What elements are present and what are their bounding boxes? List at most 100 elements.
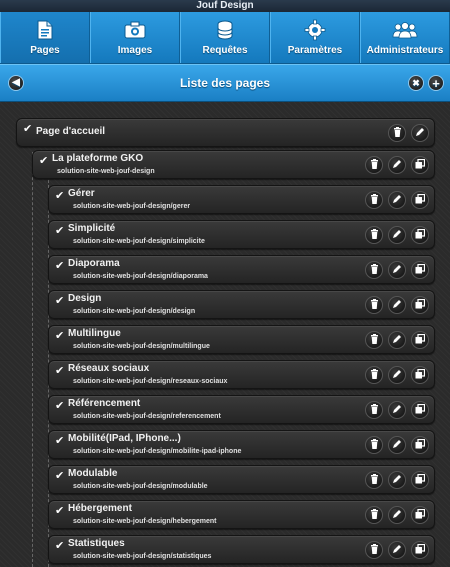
- check-icon: ✔: [55, 505, 65, 517]
- row-actions: [365, 366, 429, 384]
- edit-button[interactable]: [388, 261, 406, 279]
- duplicate-icon: [415, 541, 426, 559]
- page-title-text: Design: [68, 293, 102, 304]
- duplicate-button[interactable]: [411, 191, 429, 209]
- delete-button[interactable]: [365, 506, 383, 524]
- duplicate-button[interactable]: [411, 331, 429, 349]
- page-row-subpage[interactable]: ✔ Mobilité(IPad, IPhone...) solution-site-…: [48, 430, 435, 459]
- nav-label: Pages: [30, 45, 60, 56]
- trash-icon: [370, 541, 379, 559]
- page-row-subpage[interactable]: ✔ Gérer solution-site-web-jouf-design/gere…: [48, 185, 435, 214]
- pencil-icon: [392, 366, 402, 384]
- arrow-left-icon: ◀: [12, 77, 20, 88]
- collapse-button[interactable]: ✖: [408, 75, 424, 91]
- nav-item-administrateurs[interactable]: Administrateurs: [360, 12, 450, 63]
- nav-item-requetes[interactable]: Requêtes: [180, 12, 270, 63]
- duplicate-button[interactable]: [411, 226, 429, 244]
- delete-button[interactable]: [365, 541, 383, 559]
- delete-button[interactable]: [365, 366, 383, 384]
- page-slug: solution-site-web-jouf-design/diaporama: [73, 273, 208, 280]
- delete-button[interactable]: [388, 124, 406, 142]
- page-slug: solution-site-web-jouf-design/reseaux-so…: [73, 378, 228, 385]
- duplicate-button[interactable]: [411, 261, 429, 279]
- page-slug: solution-site-web-jouf-design/simplicite: [73, 238, 205, 245]
- page-row-subpage[interactable]: ✔ Statistiques solution-site-web-jouf-desi…: [48, 535, 435, 564]
- trash-icon: [370, 436, 379, 454]
- page-slug: solution-site-web-jouf-design/multilingu…: [73, 343, 210, 350]
- nav-item-parametres[interactable]: Paramètres: [270, 12, 360, 63]
- duplicate-button[interactable]: [411, 296, 429, 314]
- edit-button[interactable]: [388, 506, 406, 524]
- database-icon: [217, 19, 233, 41]
- edit-button[interactable]: [388, 156, 406, 174]
- duplicate-icon: [415, 226, 426, 244]
- duplicate-button[interactable]: [411, 366, 429, 384]
- page-row-subpage[interactable]: ✔ Simplicité solution-site-web-jouf-design…: [48, 220, 435, 249]
- duplicate-icon: [415, 296, 426, 314]
- delete-button[interactable]: [365, 191, 383, 209]
- duplicate-button[interactable]: [411, 541, 429, 559]
- delete-button[interactable]: [365, 401, 383, 419]
- edit-button[interactable]: [388, 541, 406, 559]
- duplicate-icon: [415, 401, 426, 419]
- row-actions: [365, 191, 429, 209]
- edit-button[interactable]: [388, 471, 406, 489]
- edit-button[interactable]: [388, 366, 406, 384]
- delete-button[interactable]: [365, 436, 383, 454]
- delete-button[interactable]: [365, 226, 383, 244]
- page-row-subpage[interactable]: ✔ Modulable solution-site-web-jouf-design/…: [48, 465, 435, 494]
- plus-icon: +: [432, 75, 440, 91]
- page-row-subpage[interactable]: ✔ Réseaux sociaux solution-site-web-jouf-d…: [48, 360, 435, 389]
- edit-button[interactable]: [388, 226, 406, 244]
- page-title-text: Diaporama: [68, 258, 120, 269]
- edit-button[interactable]: [388, 296, 406, 314]
- page-row-child[interactable]: ✔ La plateforme GKO solution-site-web-jo…: [32, 150, 435, 179]
- duplicate-button[interactable]: [411, 436, 429, 454]
- check-icon: ✔: [55, 400, 65, 412]
- nav-item-pages[interactable]: Pages: [0, 12, 90, 63]
- edit-button[interactable]: [388, 191, 406, 209]
- delete-button[interactable]: [365, 261, 383, 279]
- document-icon: [37, 19, 53, 41]
- trash-icon: [370, 191, 379, 209]
- page-title-text: Hébergement: [68, 503, 132, 514]
- page-row-subpage[interactable]: ✔ Hébergement solution-site-web-jouf-desig…: [48, 500, 435, 529]
- edit-button[interactable]: [388, 436, 406, 454]
- delete-button[interactable]: [365, 156, 383, 174]
- nav-item-images[interactable]: Images: [90, 12, 180, 63]
- trash-icon: [370, 261, 379, 279]
- duplicate-button[interactable]: [411, 471, 429, 489]
- pencil-icon: [392, 436, 402, 454]
- edit-button[interactable]: [411, 124, 429, 142]
- page-slug: solution-site-web-jouf-design/modulable: [73, 483, 208, 490]
- check-icon: ✔: [55, 330, 65, 342]
- page-title-text: La plateforme GKO: [52, 153, 144, 164]
- edit-button[interactable]: [388, 401, 406, 419]
- delete-button[interactable]: [365, 296, 383, 314]
- check-icon: ✔: [55, 540, 65, 552]
- page-slug: solution-site-web-jouf-design: [57, 168, 155, 175]
- back-button[interactable]: ◀: [8, 75, 24, 91]
- duplicate-button[interactable]: [411, 156, 429, 174]
- page-title-text: Simplicité: [68, 223, 116, 234]
- duplicate-button[interactable]: [411, 506, 429, 524]
- trash-icon: [370, 471, 379, 489]
- tree-guide: [32, 152, 33, 567]
- page-row-subpage[interactable]: ✔ Diaporama solution-site-web-jouf-design/…: [48, 255, 435, 284]
- add-page-button[interactable]: +: [428, 75, 444, 91]
- check-icon: ✔: [23, 123, 33, 135]
- page-row-root[interactable]: ✔ Page d'accueil: [16, 118, 435, 147]
- page-row-subpage[interactable]: ✔ Design solution-site-web-jouf-design/des…: [48, 290, 435, 319]
- page-title-text: Référencement: [68, 398, 141, 409]
- delete-button[interactable]: [365, 471, 383, 489]
- page-row-subpage[interactable]: ✔ Multilingue solution-site-web-jouf-desig…: [48, 325, 435, 354]
- page-title: Liste des pages: [179, 76, 271, 90]
- page-row-subpage[interactable]: ✔ Référencement solution-site-web-jouf-des…: [48, 395, 435, 424]
- trash-icon: [370, 331, 379, 349]
- edit-button[interactable]: [388, 331, 406, 349]
- nav-label: Requêtes: [202, 45, 248, 56]
- delete-button[interactable]: [365, 331, 383, 349]
- duplicate-button[interactable]: [411, 401, 429, 419]
- trash-icon: [370, 296, 379, 314]
- page-slug: solution-site-web-jouf-design/statistiqu…: [73, 553, 212, 560]
